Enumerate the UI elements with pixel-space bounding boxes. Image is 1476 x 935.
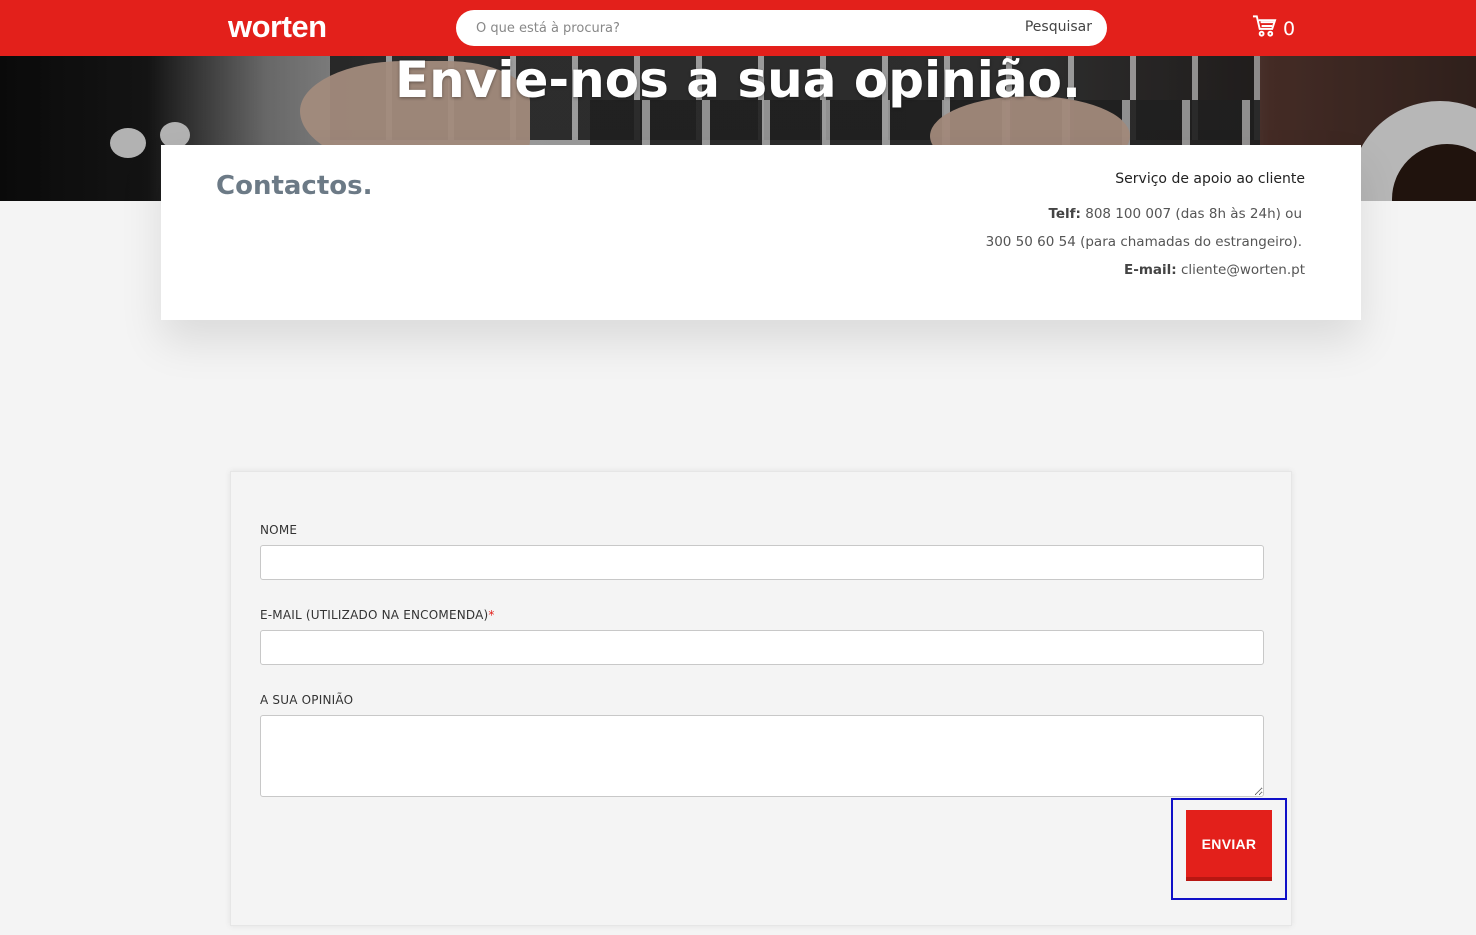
- search-input[interactable]: [476, 10, 996, 46]
- page: worten Pesquisar 0 Envie-nos: [0, 0, 1476, 935]
- search-bar: Pesquisar: [456, 10, 1107, 46]
- cart-count: 0: [1283, 17, 1296, 40]
- opinion-textarea[interactable]: [260, 715, 1264, 797]
- customer-support-info: Serviço de apoio ao cliente Telf: 808 10…: [986, 171, 1305, 284]
- name-field[interactable]: [260, 545, 1264, 580]
- submit-button[interactable]: ENVIAR: [1186, 810, 1272, 881]
- cart-button[interactable]: 0: [1252, 14, 1295, 43]
- email-label: E-mail:: [1124, 262, 1177, 278]
- phone-hours: (das 8h às 24h) ou: [1175, 206, 1302, 222]
- phone-number[interactable]: 808 100 007: [1085, 206, 1171, 222]
- abroad-number[interactable]: 300 50 60 54: [986, 234, 1076, 250]
- contacts-title: Contactos.: [216, 171, 373, 201]
- support-heading: Serviço de apoio ao cliente: [1115, 171, 1305, 187]
- support-phone: Telf: 808 100 007 (das 8h às 24h) ou: [986, 200, 1305, 228]
- phone-label: Telf:: [1048, 206, 1081, 222]
- required-mark: *: [488, 608, 495, 622]
- email-field[interactable]: [260, 630, 1264, 665]
- email-field-label: E-MAIL (UTILIZADO NA ENCOMENDA)*: [260, 608, 495, 622]
- opinion-label: A SUA OPINIÃO: [260, 693, 354, 707]
- email-link[interactable]: cliente@worten.pt: [1181, 262, 1305, 278]
- contacts-card: Contactos. Serviço de apoio ao cliente T…: [161, 145, 1361, 320]
- search-button[interactable]: Pesquisar: [1025, 19, 1092, 35]
- feedback-form: NOME E-MAIL (UTILIZADO NA ENCOMENDA)* A …: [230, 471, 1292, 926]
- support-abroad-phone: 300 50 60 54 (para chamadas do estrangei…: [986, 228, 1305, 256]
- support-email: E-mail: cliente@worten.pt: [986, 256, 1305, 284]
- worten-logo[interactable]: worten: [228, 9, 327, 45]
- name-label: NOME: [260, 523, 298, 537]
- hero-title: Envie-nos a sua opinião.: [394, 56, 1081, 109]
- cart-icon: [1252, 14, 1277, 43]
- abroad-note: (para chamadas do estrangeiro).: [1080, 234, 1302, 250]
- top-bar: worten Pesquisar 0: [0, 0, 1476, 56]
